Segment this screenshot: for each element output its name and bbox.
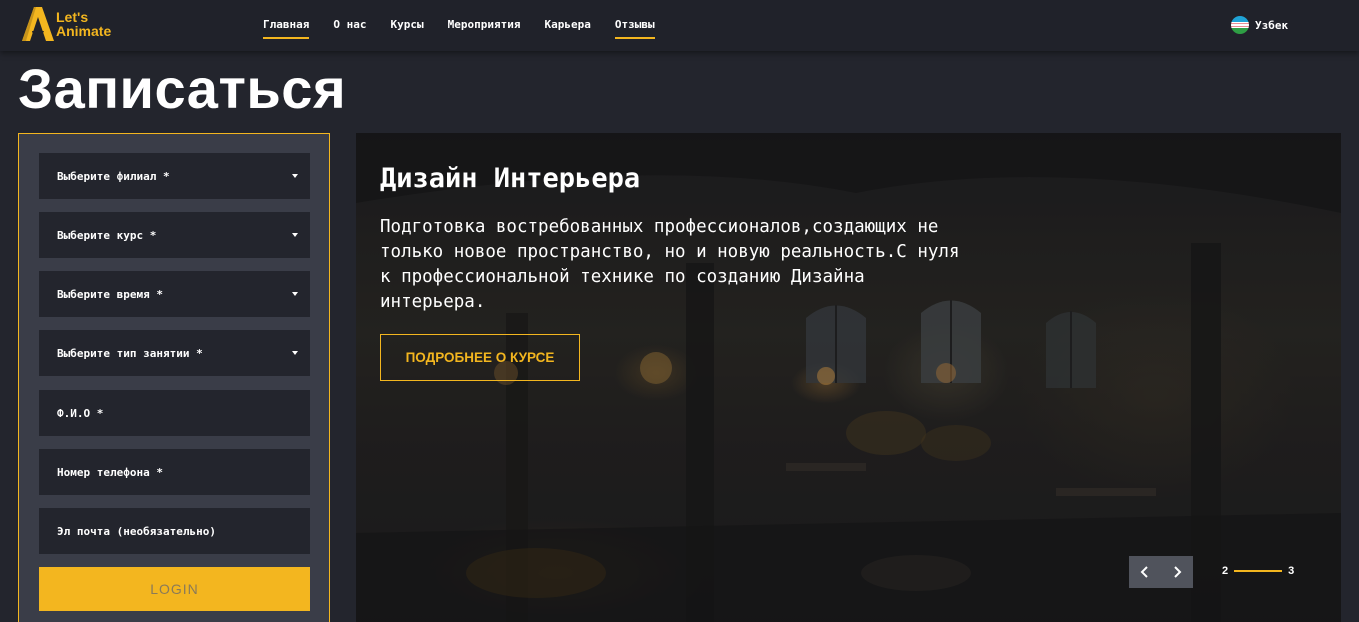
full-name-field[interactable]: Ф.И.О * bbox=[39, 390, 310, 436]
nav-item-reviews[interactable]: Отзывы bbox=[614, 18, 655, 39]
lesson-type-select-label: Выберите тип занятии * bbox=[57, 346, 203, 360]
pager-progress-line bbox=[1234, 570, 1283, 572]
nav-item-courses[interactable]: Курсы bbox=[390, 18, 423, 39]
signup-form: Выберите филиал * Выберите курс * Выбери… bbox=[18, 133, 330, 622]
hero-slider: Дизайн Интерьера Подготовка востребованн… bbox=[356, 133, 1341, 622]
login-button[interactable]: LOGIN bbox=[39, 567, 310, 611]
nav-item-home[interactable]: Главная bbox=[263, 18, 310, 39]
slider-controls bbox=[1129, 556, 1193, 588]
phone-placeholder: Номер телефона * bbox=[57, 465, 163, 479]
hero-title: Дизайн Интерьера bbox=[380, 163, 641, 194]
hero-description: Подготовка востребованных профессионалов… bbox=[380, 217, 960, 312]
chevron-left-icon bbox=[1140, 566, 1148, 578]
caret-down-icon bbox=[292, 292, 298, 296]
caret-down-icon bbox=[292, 174, 298, 178]
slider-next-button[interactable] bbox=[1165, 560, 1189, 584]
branch-select-label: Выберите филиал * bbox=[57, 169, 170, 183]
email-placeholder: Эл почта (необязательно) bbox=[57, 524, 216, 538]
logo-a-icon bbox=[22, 7, 54, 41]
nav-item-events[interactable]: Мероприятия bbox=[448, 18, 521, 39]
logo-text: Let's Animate bbox=[56, 9, 112, 39]
pager-current: 2 bbox=[1222, 565, 1229, 577]
email-field[interactable]: Эл почта (необязательно) bbox=[39, 508, 310, 554]
lesson-type-select[interactable]: Выберите тип занятии * bbox=[39, 330, 310, 376]
language-switcher[interactable]: Узбек bbox=[1231, 16, 1288, 34]
pager-total: 3 bbox=[1288, 565, 1295, 577]
branch-select[interactable]: Выберите филиал * bbox=[39, 153, 310, 199]
time-select[interactable]: Выберите время * bbox=[39, 271, 310, 317]
caret-down-icon bbox=[292, 351, 298, 355]
course-select[interactable]: Выберите курс * bbox=[39, 212, 310, 258]
main-nav: Главная О нас Курсы Мероприятия Карьера … bbox=[263, 18, 679, 39]
full-name-placeholder: Ф.И.О * bbox=[57, 406, 104, 420]
course-select-label: Выберите курс * bbox=[57, 228, 157, 242]
phone-field[interactable]: Номер телефона * bbox=[39, 449, 310, 495]
time-select-label: Выберите время * bbox=[57, 287, 163, 301]
uzbekistan-flag-icon bbox=[1231, 16, 1249, 34]
course-details-button[interactable]: ПОДРОБНЕЕ О КУРСЕ bbox=[380, 334, 580, 381]
language-label: Узбек bbox=[1255, 18, 1289, 32]
nav-item-career[interactable]: Карьера bbox=[544, 18, 590, 39]
logo[interactable]: Let's Animate bbox=[20, 5, 130, 45]
slider-prev-button[interactable] bbox=[1133, 560, 1157, 584]
page-title: Записаться bbox=[18, 57, 347, 120]
chevron-right-icon bbox=[1174, 566, 1182, 578]
nav-item-about[interactable]: О нас bbox=[333, 18, 366, 39]
slide-pager: 2 3 bbox=[1222, 565, 1294, 577]
caret-down-icon bbox=[292, 233, 298, 237]
site-header: Let's Animate Главная О нас Курсы Меропр… bbox=[0, 0, 1359, 51]
